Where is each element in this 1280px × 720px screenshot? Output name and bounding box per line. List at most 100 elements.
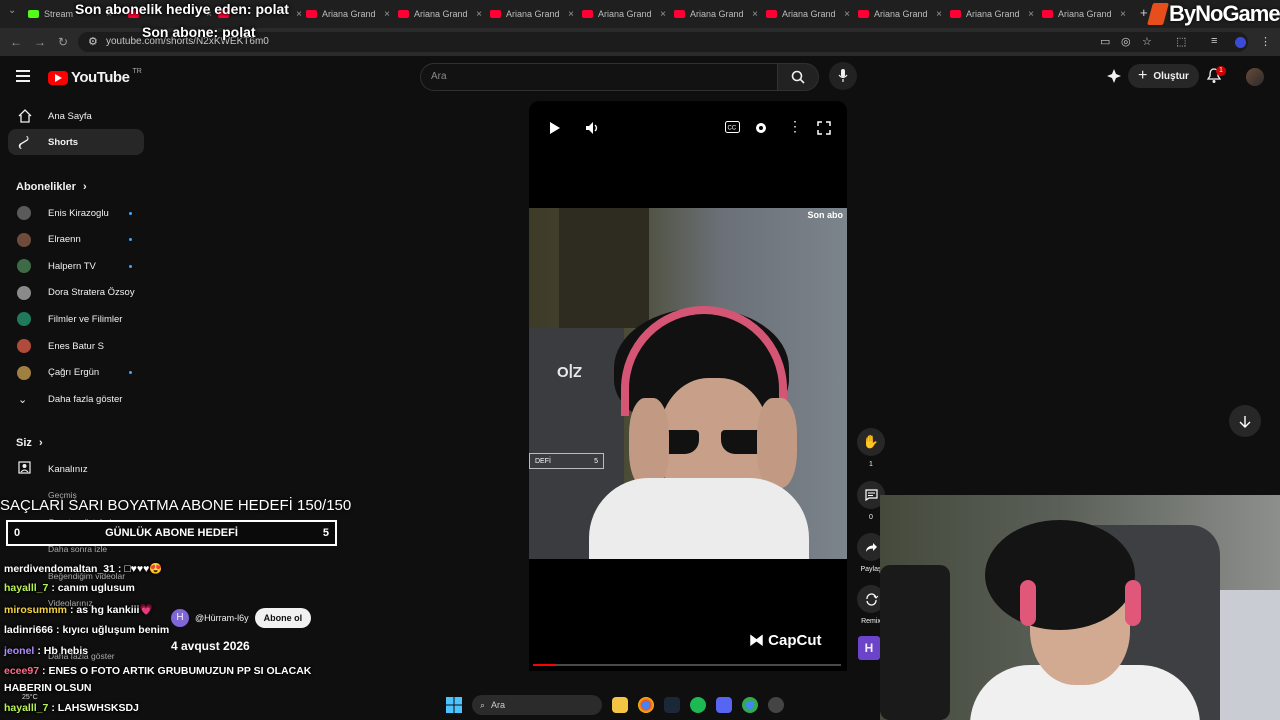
volume-icon[interactable] [585,121,601,135]
shorts-channel-avatar[interactable]: H [171,609,189,627]
chrome-icon[interactable] [638,697,654,713]
tab-label: Ariana Grand [1058,9,1112,19]
youtube-logo[interactable]: YouTube TR [48,68,142,86]
browser-tab[interactable]: Ariana Grand × [398,4,482,24]
windows-start-icon[interactable] [446,697,462,713]
spotify-icon[interactable] [690,697,706,713]
webcam-headphone-right [1125,580,1141,626]
back-icon[interactable]: ← [10,35,22,49]
account-avatar[interactable] [1246,68,1264,86]
tab-close-icon[interactable]: × [568,9,574,20]
sidebar-item-shorts[interactable]: Shorts [8,129,144,155]
subscribe-button[interactable]: Abone ol [254,608,312,628]
gemini-sparkle-icon[interactable] [1107,69,1121,83]
progress-bar[interactable] [533,664,841,666]
tab-close-icon[interactable]: × [844,9,850,20]
search-icon [791,70,805,84]
tab-close-icon[interactable]: × [296,9,302,20]
browser-tab[interactable]: Ariana Grand × [858,4,942,24]
tab-close-icon[interactable]: × [936,9,942,20]
tab-close-icon[interactable]: × [752,9,758,20]
search-box[interactable]: Ara [420,63,778,91]
voice-search-button[interactable] [829,62,857,90]
play-icon[interactable] [549,121,561,135]
chat-text: : Hb hebis [37,645,89,657]
install-icon[interactable]: ▭ [1100,35,1110,48]
forward-icon[interactable]: → [34,35,46,49]
tab-label: Ariana Grand [874,9,928,19]
subscriptions-heading[interactable]: Abonelikler › [16,181,87,193]
new-tab-icon[interactable]: + [1140,5,1148,20]
sidebar-subscription[interactable]: Çağrı Ergün [8,361,144,385]
search-input[interactable]: Ara [431,71,447,82]
menu-icon[interactable] [16,70,30,85]
chat-username: merdivendomaltan_31 [4,563,115,575]
taskbar-search[interactable]: ⌕ Ara [472,695,602,715]
steam-icon[interactable] [664,697,680,713]
like-button[interactable]: ✋ 1 [857,428,885,468]
comment-icon [864,489,878,501]
discord-icon[interactable] [716,697,732,713]
bynogame-logo: ByNoGame [1147,1,1280,27]
browser-tab[interactable]: Ariana Grand × [306,4,390,24]
bookmark-star-icon[interactable]: ☆ [1142,35,1152,48]
file-explorer-icon[interactable] [612,697,628,713]
youtube-favicon-icon [766,10,777,18]
create-button[interactable]: + Oluştur [1128,64,1199,88]
extensions-icon[interactable]: ⬚ [1176,35,1186,48]
tab-search-icon[interactable]: ⌄ [8,5,16,16]
browser-tab[interactable]: Ariana Grand × [1042,4,1126,24]
menu-dots-icon[interactable]: ⋮ [1260,35,1271,48]
browser-tab[interactable]: Ariana Grand × [950,4,1034,24]
obs-icon[interactable] [768,697,784,713]
logo-country: TR [132,68,142,75]
fullscreen-icon[interactable] [817,121,831,135]
sidebar-subscription[interactable]: Enis Kirazoglu [8,201,144,225]
tab-close-icon[interactable]: × [384,9,390,20]
weather-widget[interactable]: 25°C [22,694,38,701]
channel-avatar-icon [17,206,31,220]
channel-avatar[interactable]: H [858,636,880,660]
video-frame[interactable]: Z|O DEFİ 5 Son abo [529,208,847,559]
webcam-headphone-left [1020,580,1036,626]
subscriptions-show-more[interactable]: ⌄ Daha fazla göster [8,387,144,411]
search-button[interactable] [777,63,819,91]
sidebar-item-home[interactable]: Ana Sayfa [8,103,144,129]
tab-close-icon[interactable]: × [660,9,666,20]
chevron-right-icon: › [38,437,43,449]
sidebar-subscription[interactable]: Filmler ve Filimler [8,307,144,331]
shorts-channel-name[interactable]: @Hürram-l6y [195,613,249,623]
browser-tab[interactable]: Ariana Grand × [674,4,758,24]
daily-goal-bar: 0 GÜNLÜK ABONE HEDEFİ 5 [6,520,337,546]
sidebar-subscription[interactable]: Enes Batur S [8,334,144,358]
browser-tab[interactable]: Ariana Grand × [766,4,850,24]
chat-username: ecee97 [4,665,40,677]
chat-message: mirosummm: as hg kankiii💗 [4,603,153,616]
chat-message: ecee97: ENES O FOTO ARTIK GRUBUMUZUN PP … [4,665,311,677]
sidebar-item-channel[interactable]: Kanalınız [8,457,144,481]
chrome-profile-icon[interactable] [742,697,758,713]
browser-tab[interactable]: Ariana Grand × [490,4,574,24]
site-info-icon[interactable]: ⚙ [88,35,98,48]
shorts-player[interactable]: CC ⋮ Z|O DEFİ 5 Son abo ⧓ CapCut [529,101,847,671]
subscription-label: Enis Kirazoglu [48,207,109,219]
tab-close-icon[interactable]: × [1028,9,1034,20]
chat-username: mirosummm [4,604,68,616]
settings-gear-icon[interactable] [754,121,768,135]
capcut-text: CapCut [768,632,822,649]
captions-icon[interactable]: CC [725,121,740,133]
daily-goal-label: GÜNLÜK ABONE HEDEFİ [105,527,238,539]
tab-close-icon[interactable]: × [476,9,482,20]
sidebar-subscription[interactable]: Dora Stratera Özsoy [8,281,144,305]
more-options-icon[interactable]: ⋮ [788,118,802,135]
tab-close-icon[interactable]: × [1120,9,1126,20]
profile-icon[interactable] [1235,37,1246,48]
media-icon[interactable]: ≡ [1211,35,1217,47]
sidebar-subscription[interactable]: Halpern TV [8,254,144,278]
reload-icon[interactable]: ↻ [58,35,68,49]
eye-off-icon[interactable]: ◎ [1121,35,1131,48]
sidebar-subscription[interactable]: Elraenn [8,228,144,252]
you-heading[interactable]: Siz › [16,437,43,449]
browser-tab[interactable]: Ariana Grand × [582,4,666,24]
next-short-button[interactable] [1229,405,1261,437]
